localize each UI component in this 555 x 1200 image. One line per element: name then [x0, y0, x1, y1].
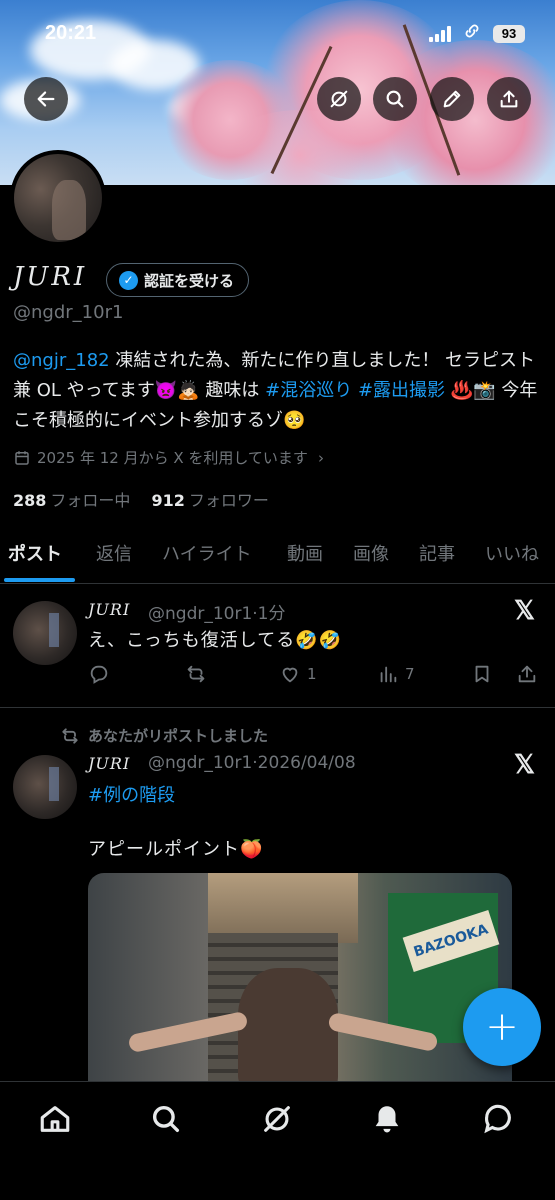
bio-text: 趣味は	[199, 380, 266, 401]
post-meta: @ngdr_10r1·2026/04/08	[148, 753, 356, 773]
heart-icon	[282, 667, 298, 683]
bio-emoji: ♨️📸	[445, 380, 496, 401]
profile-handle: @ngdr_10r1	[13, 302, 124, 323]
repost-icon	[187, 665, 205, 683]
post-text: え、こっちも復活してる🤣🤣	[88, 630, 343, 651]
bio-hashtag-link[interactable]: #露出撮影	[358, 380, 445, 401]
nav-grok[interactable]	[260, 1102, 294, 1136]
tab-replies[interactable]: 返信	[96, 540, 132, 566]
like-count: 1	[307, 665, 317, 683]
tab-likes[interactable]: いいね	[485, 540, 539, 566]
back-button[interactable]	[24, 77, 68, 121]
tab-images[interactable]: 画像	[353, 540, 389, 566]
followers-link[interactable]: 912 フォロワー	[152, 491, 269, 510]
bookmark-icon	[475, 665, 489, 683]
post-meta: @ngdr_10r1·1分	[148, 604, 286, 624]
grok-icon	[264, 1106, 290, 1132]
reply-button[interactable]	[88, 663, 110, 685]
get-verified-button[interactable]: ✓ 認証を受ける	[106, 263, 250, 297]
bell-icon	[375, 1106, 399, 1133]
x-logo-icon: 𝕏	[514, 595, 535, 625]
post-media-image[interactable]: BAZOOKA	[88, 873, 512, 1081]
status-time: 20:21	[45, 22, 97, 44]
views-icon	[380, 666, 397, 683]
bio-mention-link[interactable]: @ngjr_182	[13, 350, 110, 371]
tab-posts[interactable]: ポスト	[8, 540, 62, 566]
divider	[0, 707, 555, 708]
x-logo-icon: 𝕏	[514, 749, 535, 779]
repost-icon	[62, 727, 78, 744]
pencil-icon	[443, 90, 461, 108]
nav-messages[interactable]	[481, 1102, 515, 1136]
repost-indicator: あなたがリポストしました	[60, 725, 268, 746]
share-icon	[518, 665, 536, 683]
tab-videos[interactable]: 動画	[287, 540, 323, 566]
signal-icon	[429, 26, 451, 42]
tab-highlights[interactable]: ハイライト	[162, 540, 252, 566]
post-avatar[interactable]	[13, 755, 77, 819]
get-verified-label: 認証を受ける	[144, 271, 235, 290]
verified-badge-icon: ✓	[119, 270, 138, 290]
joined-text: 2025 年 12 月から X を利用しています	[37, 449, 308, 467]
nav-home[interactable]	[38, 1102, 72, 1136]
messages-icon	[484, 1104, 511, 1134]
bottom-navigation	[0, 1081, 555, 1200]
like-button[interactable]: 1	[279, 663, 317, 685]
search-button[interactable]	[373, 77, 417, 121]
battery-indicator: 93	[493, 25, 525, 43]
status-bar: 20:21 93	[0, 0, 555, 60]
views-count: 7	[405, 665, 415, 683]
profile-bio: @ngjr_182 凍結された為、新たに作り直しました！ セラピスト兼 OL や…	[13, 346, 543, 436]
bio-hashtag-link[interactable]: #混浴巡り	[265, 380, 352, 401]
nav-notifications[interactable]	[370, 1102, 404, 1136]
bio-emoji: 🥺	[283, 410, 306, 431]
post-text: アピールポイント🍑	[88, 839, 264, 860]
share-button[interactable]	[487, 77, 531, 121]
search-icon	[386, 90, 404, 108]
compose-post-button[interactable]: +	[463, 988, 541, 1066]
post-actions: 1 7	[88, 663, 543, 691]
chevron-right-icon: ›	[317, 448, 324, 467]
bookmark-button[interactable]	[471, 663, 493, 685]
grok-button[interactable]	[317, 77, 361, 121]
home-icon	[40, 1106, 70, 1132]
follow-stats: 288 フォロー中 912 フォロワー	[13, 487, 269, 511]
post-author-name[interactable]: JURI	[88, 754, 130, 773]
reply-icon	[90, 665, 108, 684]
post-author-name[interactable]: JURI	[88, 600, 130, 619]
post-hashtag-link[interactable]: #例の階段	[88, 781, 175, 807]
bio-emoji: 👿🙇🏻	[154, 380, 200, 401]
calendar-icon	[15, 450, 29, 465]
tab-articles[interactable]: 記事	[419, 540, 455, 566]
grok-icon	[330, 90, 348, 108]
repost-button[interactable]	[185, 663, 207, 685]
nav-search[interactable]	[149, 1102, 183, 1136]
repost-label-text: あなたがリポストしました	[88, 727, 269, 745]
views-button[interactable]: 7	[377, 663, 415, 685]
back-arrow-icon	[37, 91, 55, 107]
active-tab-indicator	[4, 578, 75, 582]
edit-button[interactable]	[430, 77, 474, 121]
followers-label: フォロワー	[188, 491, 269, 510]
post-avatar[interactable]	[13, 601, 77, 665]
link-icon	[462, 22, 482, 45]
following-label: フォロー中	[50, 491, 131, 510]
profile-name: JURI	[13, 262, 88, 292]
profile-avatar[interactable]	[10, 150, 106, 246]
joined-date[interactable]: 2025 年 12 月から X を利用しています ›	[13, 447, 324, 468]
following-link[interactable]: 288 フォロー中	[13, 491, 130, 510]
share-post-button[interactable]	[516, 663, 538, 685]
following-count: 288	[13, 491, 47, 510]
followers-count: 912	[151, 491, 185, 510]
profile-tabs: ポスト 返信 ハイライト 動画 画像 記事 いいね	[0, 530, 555, 584]
share-icon	[500, 90, 518, 108]
search-icon	[152, 1105, 180, 1133]
